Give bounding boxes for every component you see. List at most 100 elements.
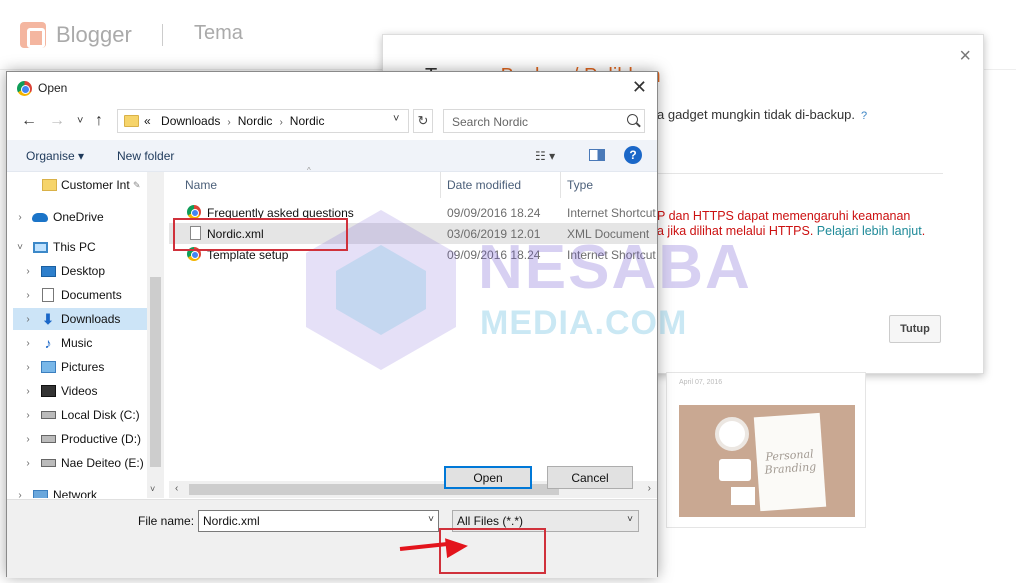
breadcrumb-item[interactable]: Nordic	[290, 114, 325, 128]
refresh-icon[interactable]: ↻	[413, 109, 433, 133]
nav-item-label: Music	[61, 336, 93, 350]
documents-icon	[40, 288, 56, 302]
nav-item-desktop[interactable]: › Desktop	[7, 260, 147, 282]
column-header-name[interactable]: Name ^	[169, 166, 441, 198]
nav-item-videos[interactable]: › Videos	[7, 380, 147, 402]
theme-card[interactable]: April 07, 2016 Personal Branding	[666, 372, 866, 528]
breadcrumb-overflow[interactable]: «	[144, 114, 151, 128]
scroll-left-icon[interactable]: ‹	[175, 483, 178, 494]
chevron-right-icon[interactable]: ›	[23, 410, 33, 421]
blogger-logo-icon	[20, 22, 46, 48]
nav-item-label: Documents	[61, 288, 122, 302]
help-icon[interactable]: ?	[861, 110, 867, 122]
new-folder-button[interactable]: New folder	[117, 149, 174, 163]
cup-decoration	[715, 417, 749, 451]
search-input[interactable]: Search Nordic	[443, 109, 645, 133]
address-bar[interactable]: « Downloads › Nordic › Nordic ˅	[117, 109, 409, 133]
help-icon[interactable]: ?	[624, 146, 642, 164]
phone-decoration	[719, 459, 751, 481]
chevron-right-icon[interactable]: ›	[23, 434, 33, 445]
file-name-input[interactable]: Nordic.xml ˅	[198, 510, 439, 532]
chevron-right-icon[interactable]: ›	[15, 490, 25, 499]
nav-item-this-pc[interactable]: ˅ This PC	[7, 236, 147, 258]
chevron-right-icon[interactable]: ›	[23, 314, 33, 325]
chevron-right-icon[interactable]: ›	[23, 338, 33, 349]
tutup-button[interactable]: Tutup	[889, 315, 941, 343]
column-header-label: Date modified	[447, 178, 522, 192]
nav-pane-scrollbar[interactable]: ˅	[147, 172, 164, 498]
dialog-footer: File name: Nordic.xml ˅ All Files (*.*) …	[7, 499, 657, 578]
backup-close-icon[interactable]: ×	[959, 45, 971, 68]
nav-item-onedrive[interactable]: › OneDrive	[7, 206, 147, 228]
music-icon: ♪	[44, 335, 52, 351]
nav-item-label: Productive (D:)	[61, 432, 142, 446]
forward-arrow-icon[interactable]: →	[49, 112, 65, 130]
scrollbar-thumb[interactable]	[150, 277, 161, 467]
chevron-down-icon[interactable]: ˅	[15, 242, 25, 253]
nav-item-customer-int[interactable]: Customer Int ✎	[7, 174, 147, 196]
arrow-head-icon	[445, 535, 469, 559]
file-name-value: Nordic.xml	[203, 514, 260, 528]
change-view-icon[interactable]: ☷ ▾	[535, 149, 555, 163]
nav-item-label: This PC	[53, 240, 96, 254]
file-type: Internet Shortcut	[567, 206, 656, 220]
chevron-right-icon[interactable]: ›	[23, 458, 33, 469]
nav-item-network[interactable]: › Network	[7, 484, 147, 498]
blogger-section-title: Tema	[194, 22, 243, 44]
back-arrow-icon[interactable]: ←	[21, 112, 37, 130]
learn-more-link[interactable]: Pelajari lebih lanjut	[817, 224, 922, 238]
chevron-down-icon[interactable]: ˅	[393, 113, 399, 125]
pin-icon: ✎	[133, 179, 141, 190]
recent-locations-icon[interactable]: ˅	[77, 115, 83, 127]
column-header-label: Name	[185, 178, 218, 192]
scroll-right-icon[interactable]: ›	[648, 483, 651, 494]
dialog-title: Open	[38, 81, 68, 95]
nav-item-label: Pictures	[61, 360, 105, 374]
file-name-label: File name:	[138, 514, 195, 528]
card-decoration	[731, 487, 755, 505]
chevron-right-icon[interactable]: ›	[23, 362, 33, 373]
nav-item-downloads[interactable]: › ⬇ Downloads	[13, 308, 147, 330]
chevron-right-icon[interactable]: ›	[23, 290, 33, 301]
chevron-right-icon[interactable]: ›	[23, 266, 33, 277]
column-header-date[interactable]: Date modified	[441, 172, 561, 198]
scroll-down-icon[interactable]: ˅	[150, 484, 155, 494]
chevron-right-icon[interactable]: ›	[227, 117, 230, 128]
folder-icon	[124, 115, 139, 127]
chrome-icon	[17, 81, 32, 96]
close-icon[interactable]: ✕	[632, 77, 647, 98]
nav-item-documents[interactable]: › Documents	[7, 284, 147, 306]
open-button[interactable]: Open	[444, 466, 532, 489]
breadcrumb: « Downloads › Nordic › Nordic	[144, 114, 324, 128]
chevron-right-icon[interactable]: ›	[279, 117, 282, 128]
up-arrow-icon[interactable]: ↑	[95, 112, 103, 130]
breadcrumb-item[interactable]: Downloads	[161, 114, 220, 128]
navigation-bar: ← → ˅ ↑ « Downloads › Nordic › Nordic ˅ ↻ Se…	[7, 104, 657, 138]
nav-item-music[interactable]: › ♪ Music	[7, 332, 147, 354]
chevron-down-icon[interactable]: ˅	[428, 514, 434, 525]
blogger-brand: Blogger	[56, 22, 132, 47]
chevron-right-icon[interactable]: ›	[23, 386, 33, 397]
search-icon	[627, 114, 638, 125]
https-warning-end: .	[921, 224, 926, 238]
organise-button[interactable]: Organise ▾	[26, 149, 84, 163]
highlight-selected-file	[173, 218, 348, 251]
chevron-down-icon[interactable]: ˅	[627, 514, 633, 525]
nav-item-label: Downloads	[61, 312, 121, 326]
videos-icon	[40, 384, 56, 398]
chevron-right-icon[interactable]: ›	[15, 212, 25, 223]
column-header-type[interactable]: Type	[561, 172, 657, 198]
sort-up-icon: ^	[307, 166, 311, 175]
column-header-label: Type	[567, 178, 594, 192]
downloads-icon: ⬇	[42, 310, 54, 327]
nav-item-nae-deiteo-e[interactable]: › Nae Deiteo (E:)	[7, 452, 147, 474]
watermark-text: NESABA	[478, 233, 752, 302]
preview-pane-icon[interactable]	[589, 149, 605, 161]
nav-item-productive-d[interactable]: › Productive (D:)	[7, 428, 147, 450]
breadcrumb-item[interactable]: Nordic	[238, 114, 273, 128]
header-divider	[162, 24, 163, 46]
nav-item-local-disk-c[interactable]: › Local Disk (C:)	[7, 404, 147, 426]
disk-icon	[40, 408, 56, 422]
nav-item-pictures[interactable]: › Pictures	[7, 356, 147, 378]
cancel-button[interactable]: Cancel	[547, 466, 633, 489]
